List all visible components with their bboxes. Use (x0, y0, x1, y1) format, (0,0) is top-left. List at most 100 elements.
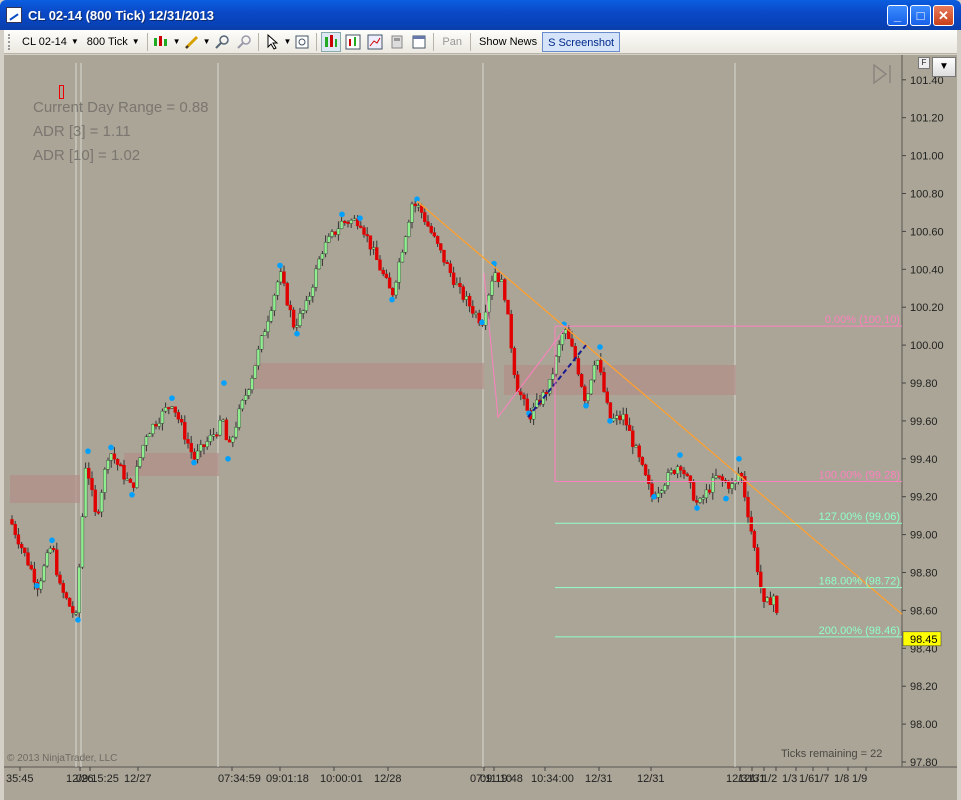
down-candle (522, 394, 526, 400)
window-title: CL 02-14 (800 Tick) 12/31/2013 (28, 7, 214, 23)
time-label: 1/2 (762, 773, 777, 785)
up-candle (147, 433, 152, 437)
time-label: 10:34:00 (531, 773, 574, 785)
price-label: 99.80 (910, 378, 938, 390)
chevron-down-icon[interactable]: ▼ (203, 37, 211, 46)
close-button[interactable]: ✕ (933, 5, 954, 26)
down-candle (167, 407, 171, 410)
up-candle (307, 296, 312, 301)
down-candle (391, 288, 395, 296)
instrument-selector[interactable]: CL 02-14 ▼ (18, 32, 83, 52)
chart-panel[interactable]: 101.40 101.20 101.00 100.80 100.60 100.40 100.… (4, 55, 957, 800)
down-candle (176, 412, 181, 420)
down-candle (707, 489, 712, 493)
up-candle (474, 312, 478, 315)
toolbar-grip[interactable] (8, 33, 12, 50)
down-candle (768, 597, 773, 606)
down-candle (71, 606, 75, 614)
down-candle (467, 296, 472, 307)
down-candle (183, 421, 187, 440)
supply-demand-zone (10, 475, 80, 503)
down-candle (64, 592, 69, 599)
price-chart[interactable]: 101.40101.20101.00100.80100.60100.40100.… (4, 55, 957, 800)
magnify-icon[interactable] (292, 32, 312, 52)
cursor-icon[interactable] (263, 32, 283, 52)
down-candle (413, 203, 417, 206)
price-label: 98.20 (910, 681, 938, 693)
down-candle (384, 273, 389, 278)
down-candle (624, 414, 629, 426)
up-candle (263, 331, 267, 336)
down-candle (154, 424, 158, 427)
down-candle (51, 548, 56, 551)
up-candle (669, 470, 673, 473)
down-candle (202, 444, 206, 448)
down-candle (359, 225, 363, 228)
up-candle (99, 492, 104, 513)
up-candle (106, 460, 110, 470)
down-candle (746, 496, 750, 518)
down-candle (186, 439, 190, 444)
chevron-down-icon[interactable]: ▼ (173, 37, 181, 46)
down-candle (503, 279, 507, 301)
up-candle (211, 434, 216, 437)
chart-trader-icon[interactable] (409, 32, 429, 52)
time-label: 12/28 (374, 773, 402, 785)
up-candle (592, 364, 597, 381)
zoom-out-icon[interactable] (234, 32, 254, 52)
down-candle (13, 524, 17, 535)
show-news-button[interactable]: Show News (474, 32, 542, 52)
down-candle (368, 235, 373, 250)
pan-button[interactable]: Pan (437, 32, 467, 52)
bar-style-icon[interactable] (152, 32, 172, 52)
zoom-in-icon[interactable] (212, 32, 232, 52)
up-candle (563, 329, 568, 334)
up-candle (48, 548, 53, 554)
down-candle (432, 232, 437, 237)
up-candle (320, 253, 325, 260)
down-candle (365, 234, 369, 237)
maximize-button[interactable]: □ (910, 5, 931, 26)
down-candle (55, 549, 59, 576)
down-candle (429, 225, 433, 233)
drawing-pencil-icon[interactable] (182, 32, 202, 52)
down-candle (282, 271, 286, 284)
down-candle (451, 272, 456, 285)
down-candle (112, 453, 117, 460)
chart-menu-dropdown[interactable]: ▼ (932, 57, 956, 77)
up-candle (371, 247, 376, 250)
down-candle (26, 552, 30, 566)
down-candle (189, 443, 193, 453)
scroll-to-end-icon[interactable] (872, 63, 894, 85)
interval-selector[interactable]: 800 Tick ▼ (83, 32, 144, 52)
up-candle (352, 218, 357, 221)
chart-properties-icon[interactable] (321, 31, 342, 52)
down-candle (32, 568, 37, 583)
strategies-icon[interactable] (365, 32, 385, 52)
down-candle (19, 543, 24, 549)
indicators-icon[interactable] (343, 32, 363, 52)
f-button[interactable]: F (918, 57, 930, 69)
chevron-down-icon: ▼ (131, 37, 140, 46)
up-candle (259, 335, 264, 350)
down-candle (16, 534, 21, 545)
up-candle (301, 310, 305, 314)
down-candle (576, 358, 581, 375)
up-candle (195, 450, 200, 460)
swing-point-dot (225, 456, 231, 462)
minimize-button[interactable]: _ (887, 5, 908, 26)
data-box-icon[interactable] (387, 32, 407, 52)
down-candle (583, 386, 587, 401)
up-candle (160, 410, 165, 424)
price-label: 101.20 (910, 113, 944, 125)
up-candle (557, 344, 561, 357)
down-candle (458, 283, 462, 287)
chevron-down-icon[interactable]: ▼ (284, 37, 292, 46)
down-candle (291, 309, 296, 328)
up-candle (275, 281, 280, 296)
swing-point-dot (221, 380, 227, 386)
time-label: 12/31 (637, 773, 665, 785)
up-candle (464, 296, 469, 300)
swing-point-dot (479, 319, 485, 326)
screenshot-button[interactable]: S Screenshot (542, 31, 621, 52)
